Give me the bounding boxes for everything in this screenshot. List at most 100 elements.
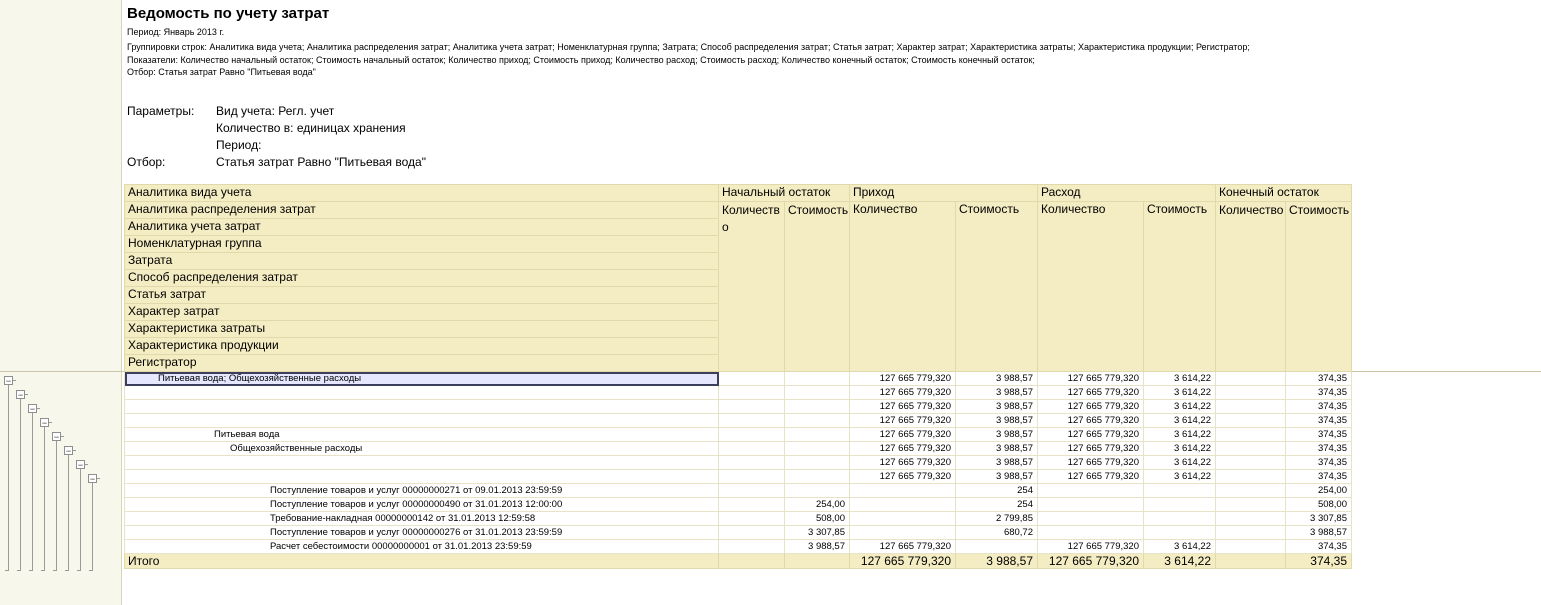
collapse-icon[interactable]: −	[40, 418, 49, 428]
cell-c3[interactable]: 127 665 779,320	[849, 455, 956, 470]
collapse-icon[interactable]: −	[28, 404, 37, 414]
cell-c1[interactable]	[718, 427, 785, 442]
cell-c3[interactable]: 127 665 779,320	[849, 427, 956, 442]
cell-c8[interactable]: 374,35	[1285, 399, 1352, 414]
cell-c8[interactable]: 3 988,57	[1285, 525, 1352, 540]
cell-c2[interactable]: 3 988,57	[784, 539, 850, 554]
cell-c3[interactable]	[849, 525, 956, 540]
cell-c8[interactable]: 254,00	[1285, 483, 1352, 498]
cell-c6[interactable]	[1143, 483, 1216, 498]
cell-c6[interactable]: 3 614,22	[1143, 371, 1216, 386]
table-row[interactable]: Поступление товаров и услуг 00000000490 …	[124, 497, 1352, 512]
cell-c1[interactable]	[718, 385, 785, 400]
cell-c7[interactable]	[1215, 511, 1286, 526]
cell-c5[interactable]: 127 665 779,320	[1037, 441, 1144, 456]
cell-c5[interactable]: 127 665 779,320	[1037, 371, 1144, 386]
cell-c3[interactable]: 127 665 779,320	[849, 371, 956, 386]
cell-c4[interactable]: 2 799,85	[955, 511, 1038, 526]
cell-c7[interactable]	[1215, 385, 1286, 400]
row-label[interactable]	[124, 413, 719, 428]
cell-c4[interactable]: 3 988,57	[955, 441, 1038, 456]
cell-c1[interactable]	[718, 539, 785, 554]
table-row[interactable]: Требование-накладная 00000000142 от 31.0…	[124, 511, 1352, 526]
cell-c8[interactable]: 374,35	[1285, 539, 1352, 554]
row-label[interactable]: Расчет себестоимости 00000000001 от 31.0…	[124, 539, 719, 554]
cell-c2[interactable]	[784, 469, 850, 484]
cell-c5[interactable]	[1037, 525, 1144, 540]
cell-c4[interactable]: 3 988,57	[955, 399, 1038, 414]
cell-c3[interactable]	[849, 511, 956, 526]
cell-c2[interactable]	[784, 427, 850, 442]
row-label[interactable]: Питьевая вода; Общехозяйственные расходы	[124, 371, 719, 386]
cell-c4[interactable]: 3 988,57	[955, 469, 1038, 484]
cell-c3[interactable]: 127 665 779,320	[849, 539, 956, 554]
cell-c5[interactable]: 127 665 779,320	[1037, 413, 1144, 428]
cell-c8[interactable]: 3 307,85	[1285, 511, 1352, 526]
row-label[interactable]: Общехозяйственные расходы	[124, 441, 719, 456]
cell-c5[interactable]: 127 665 779,320	[1037, 399, 1144, 414]
cell-c5[interactable]: 127 665 779,320	[1037, 455, 1144, 470]
cell-c7[interactable]	[1215, 525, 1286, 540]
cell-c4[interactable]: 3 988,57	[955, 385, 1038, 400]
cell-c3[interactable]	[849, 497, 956, 512]
cell-c4[interactable]: 3 988,57	[955, 371, 1038, 386]
cell-c7[interactable]	[1215, 469, 1286, 484]
table-row[interactable]: Поступление товаров и услуг 00000000271 …	[124, 483, 1352, 498]
cell-c8[interactable]: 374,35	[1285, 385, 1352, 400]
table-row[interactable]: 127 665 779,320 3 988,57 127 665 779,320 3 …	[124, 413, 1352, 428]
cell-c5[interactable]: 127 665 779,320	[1037, 385, 1144, 400]
cell-c6[interactable]: 3 614,22	[1143, 399, 1216, 414]
cell-c8[interactable]: 374,35	[1285, 371, 1352, 386]
cell-c6[interactable]: 3 614,22	[1143, 455, 1216, 470]
cell-c6[interactable]: 3 614,22	[1143, 413, 1216, 428]
cell-c7[interactable]	[1215, 455, 1286, 470]
collapse-icon[interactable]: −	[76, 460, 85, 470]
cell-c4[interactable]: 3 988,57	[955, 413, 1038, 428]
table-row[interactable]: Расчет себестоимости 00000000001 от 31.0…	[124, 539, 1352, 554]
cell-c8[interactable]: 374,35	[1285, 441, 1352, 456]
cell-c7[interactable]	[1215, 427, 1286, 442]
cell-c2[interactable]	[784, 455, 850, 470]
cell-c1[interactable]	[718, 371, 785, 386]
cell-c4[interactable]: 254	[955, 483, 1038, 498]
cell-c7[interactable]	[1215, 371, 1286, 386]
cell-c2[interactable]: 3 307,85	[784, 525, 850, 540]
cell-c4[interactable]: 254	[955, 497, 1038, 512]
cell-c3[interactable]: 127 665 779,320	[849, 399, 956, 414]
cell-c2[interactable]	[784, 483, 850, 498]
cell-c5[interactable]	[1037, 511, 1144, 526]
cell-c1[interactable]	[718, 497, 785, 512]
cell-c6[interactable]	[1143, 511, 1216, 526]
cell-c7[interactable]	[1215, 441, 1286, 456]
table-row[interactable]: Питьевая вода; Общехозяйственные расходы…	[124, 371, 1352, 386]
table-row[interactable]: Питьевая вода 127 665 779,320 3 988,57 127 …	[124, 427, 1352, 442]
cell-c6[interactable]: 3 614,22	[1143, 385, 1216, 400]
row-label[interactable]	[124, 385, 719, 400]
row-label[interactable]: Поступление товаров и услуг 00000000490 …	[124, 497, 719, 512]
table-row[interactable]: 127 665 779,320 3 988,57 127 665 779,320 3 …	[124, 399, 1352, 414]
cell-c1[interactable]	[718, 525, 785, 540]
cell-c1[interactable]	[718, 469, 785, 484]
row-label[interactable]	[124, 455, 719, 470]
cell-c5[interactable]: 127 665 779,320	[1037, 469, 1144, 484]
cell-c7[interactable]	[1215, 413, 1286, 428]
cell-c1[interactable]	[718, 413, 785, 428]
cell-c1[interactable]	[718, 455, 785, 470]
collapse-icon[interactable]: −	[52, 432, 61, 442]
table-row[interactable]: 127 665 779,320 3 988,57 127 665 779,320 3 …	[124, 455, 1352, 470]
cell-c4[interactable]: 3 988,57	[955, 427, 1038, 442]
collapse-icon[interactable]: −	[64, 446, 73, 456]
table-row[interactable]: Общехозяйственные расходы 127 665 779,320…	[124, 441, 1352, 456]
cell-c4[interactable]: 3 988,57	[955, 455, 1038, 470]
cell-c6[interactable]: 3 614,22	[1143, 469, 1216, 484]
cell-c5[interactable]: 127 665 779,320	[1037, 539, 1144, 554]
collapse-icon[interactable]: −	[16, 390, 25, 400]
cell-c2[interactable]: 508,00	[784, 511, 850, 526]
cell-c7[interactable]	[1215, 399, 1286, 414]
row-label[interactable]: Требование-накладная 00000000142 от 31.0…	[124, 511, 719, 526]
collapse-icon[interactable]: −	[4, 376, 13, 386]
cell-c1[interactable]	[718, 483, 785, 498]
collapse-icon[interactable]: −	[88, 474, 97, 484]
table-row[interactable]: 127 665 779,320 3 988,57 127 665 779,320 3 …	[124, 385, 1352, 400]
cell-c7[interactable]	[1215, 539, 1286, 554]
